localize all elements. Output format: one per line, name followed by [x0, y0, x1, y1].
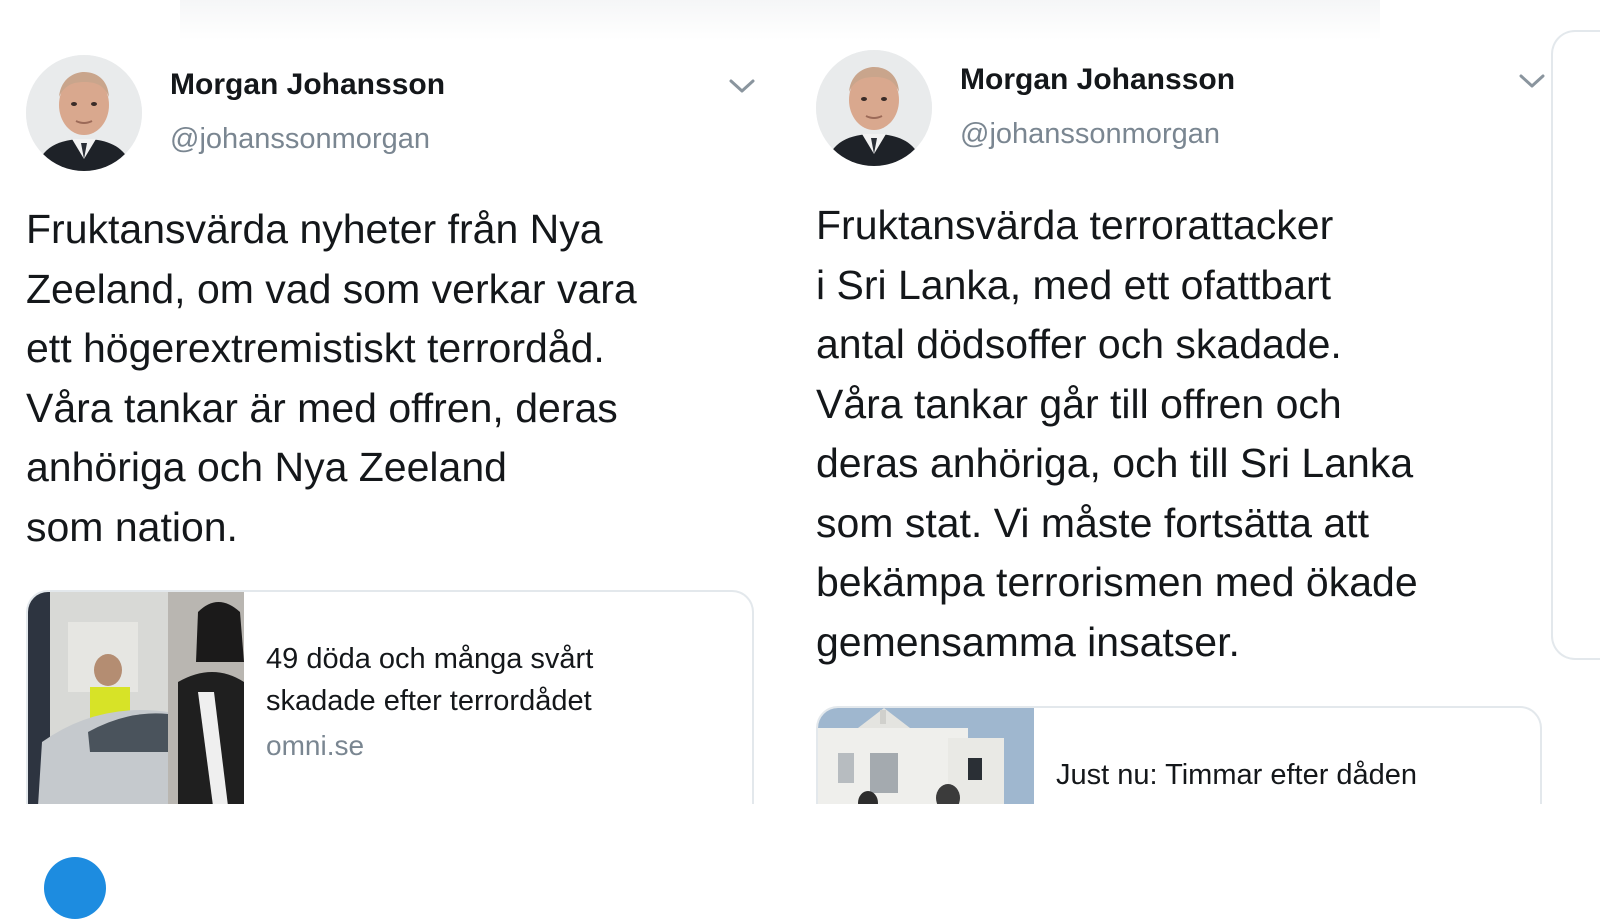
tweet-text-line: bekämpa terrorismen med ökade [816, 559, 1418, 605]
tweet-text-line: gemensamma insatser. [816, 618, 1240, 665]
card-title-line: 49 döda och många svårt [266, 643, 594, 675]
card-thumbnail [818, 708, 1034, 818]
card-title-line: skadade efter terrordådet [266, 685, 592, 717]
avatar[interactable] [816, 50, 932, 166]
blue-circle-icon [44, 857, 106, 919]
screenshot-bottom-strip [0, 804, 1600, 887]
card-title: 49 döda och många svårt skadade efter te… [266, 638, 593, 722]
tweet-nz: Morgan Johansson @johanssonmorgan Frukta… [0, 0, 790, 820]
tweet-text-line: Fruktansvärda terrorattacker [816, 202, 1334, 248]
tweet-text-line: deras anhöriga, och till Sri Lanka [816, 440, 1414, 486]
tweet-sri-lanka: Morgan Johansson @johanssonmorgan Frukta… [790, 0, 1600, 820]
avatar[interactable] [26, 55, 142, 171]
tweet-text-line: ett högerextremistiskt terrordåd. [26, 325, 605, 371]
card-thumbnail [28, 592, 244, 806]
tweet-text-line: i Sri Lanka, med ett ofattbart [816, 261, 1332, 308]
adjacent-card-edge [1551, 30, 1600, 660]
tweet-text-line: Våra tankar går till offren och [816, 380, 1342, 427]
author-name[interactable]: Morgan Johansson [170, 68, 445, 102]
link-card[interactable]: Just nu: Timmar efter dåden [816, 706, 1542, 818]
tweet-text: Fruktansvärda nyheter från Nya Zeeland, … [26, 200, 766, 557]
card-title: Just nu: Timmar efter dåden [1056, 754, 1417, 796]
tweet-text-line: anhöriga och Nya Zeeland [26, 444, 507, 490]
chevron-down-icon[interactable] [1518, 72, 1546, 90]
tweet-text-line: Zeeland, om vad som verkar vara [26, 265, 637, 312]
card-title-line: Just nu: Timmar efter dåden [1056, 759, 1418, 791]
tweet-text-line: Våra tankar är med offren, deras [26, 384, 618, 431]
author-handle[interactable]: @johanssonmorgan [170, 123, 430, 156]
author-name[interactable]: Morgan Johansson [960, 63, 1235, 97]
tweet-text: Fruktansvärda terrorattacker i Sri Lanka… [816, 196, 1576, 672]
chevron-down-icon[interactable] [728, 77, 756, 95]
tweet-text-line: som nation. [26, 503, 238, 550]
tweet-text-line: antal dödsoffer och skadade. [816, 321, 1342, 367]
link-card[interactable]: 49 döda och många svårt skadade efter te… [26, 590, 754, 806]
tweet-text-line: som stat. Vi måste fortsätta att [816, 499, 1369, 546]
card-domain: omni.se [266, 730, 365, 761]
tweet-text-line: Fruktansvärda nyheter från Nya [26, 206, 603, 252]
author-handle[interactable]: @johanssonmorgan [960, 118, 1220, 151]
